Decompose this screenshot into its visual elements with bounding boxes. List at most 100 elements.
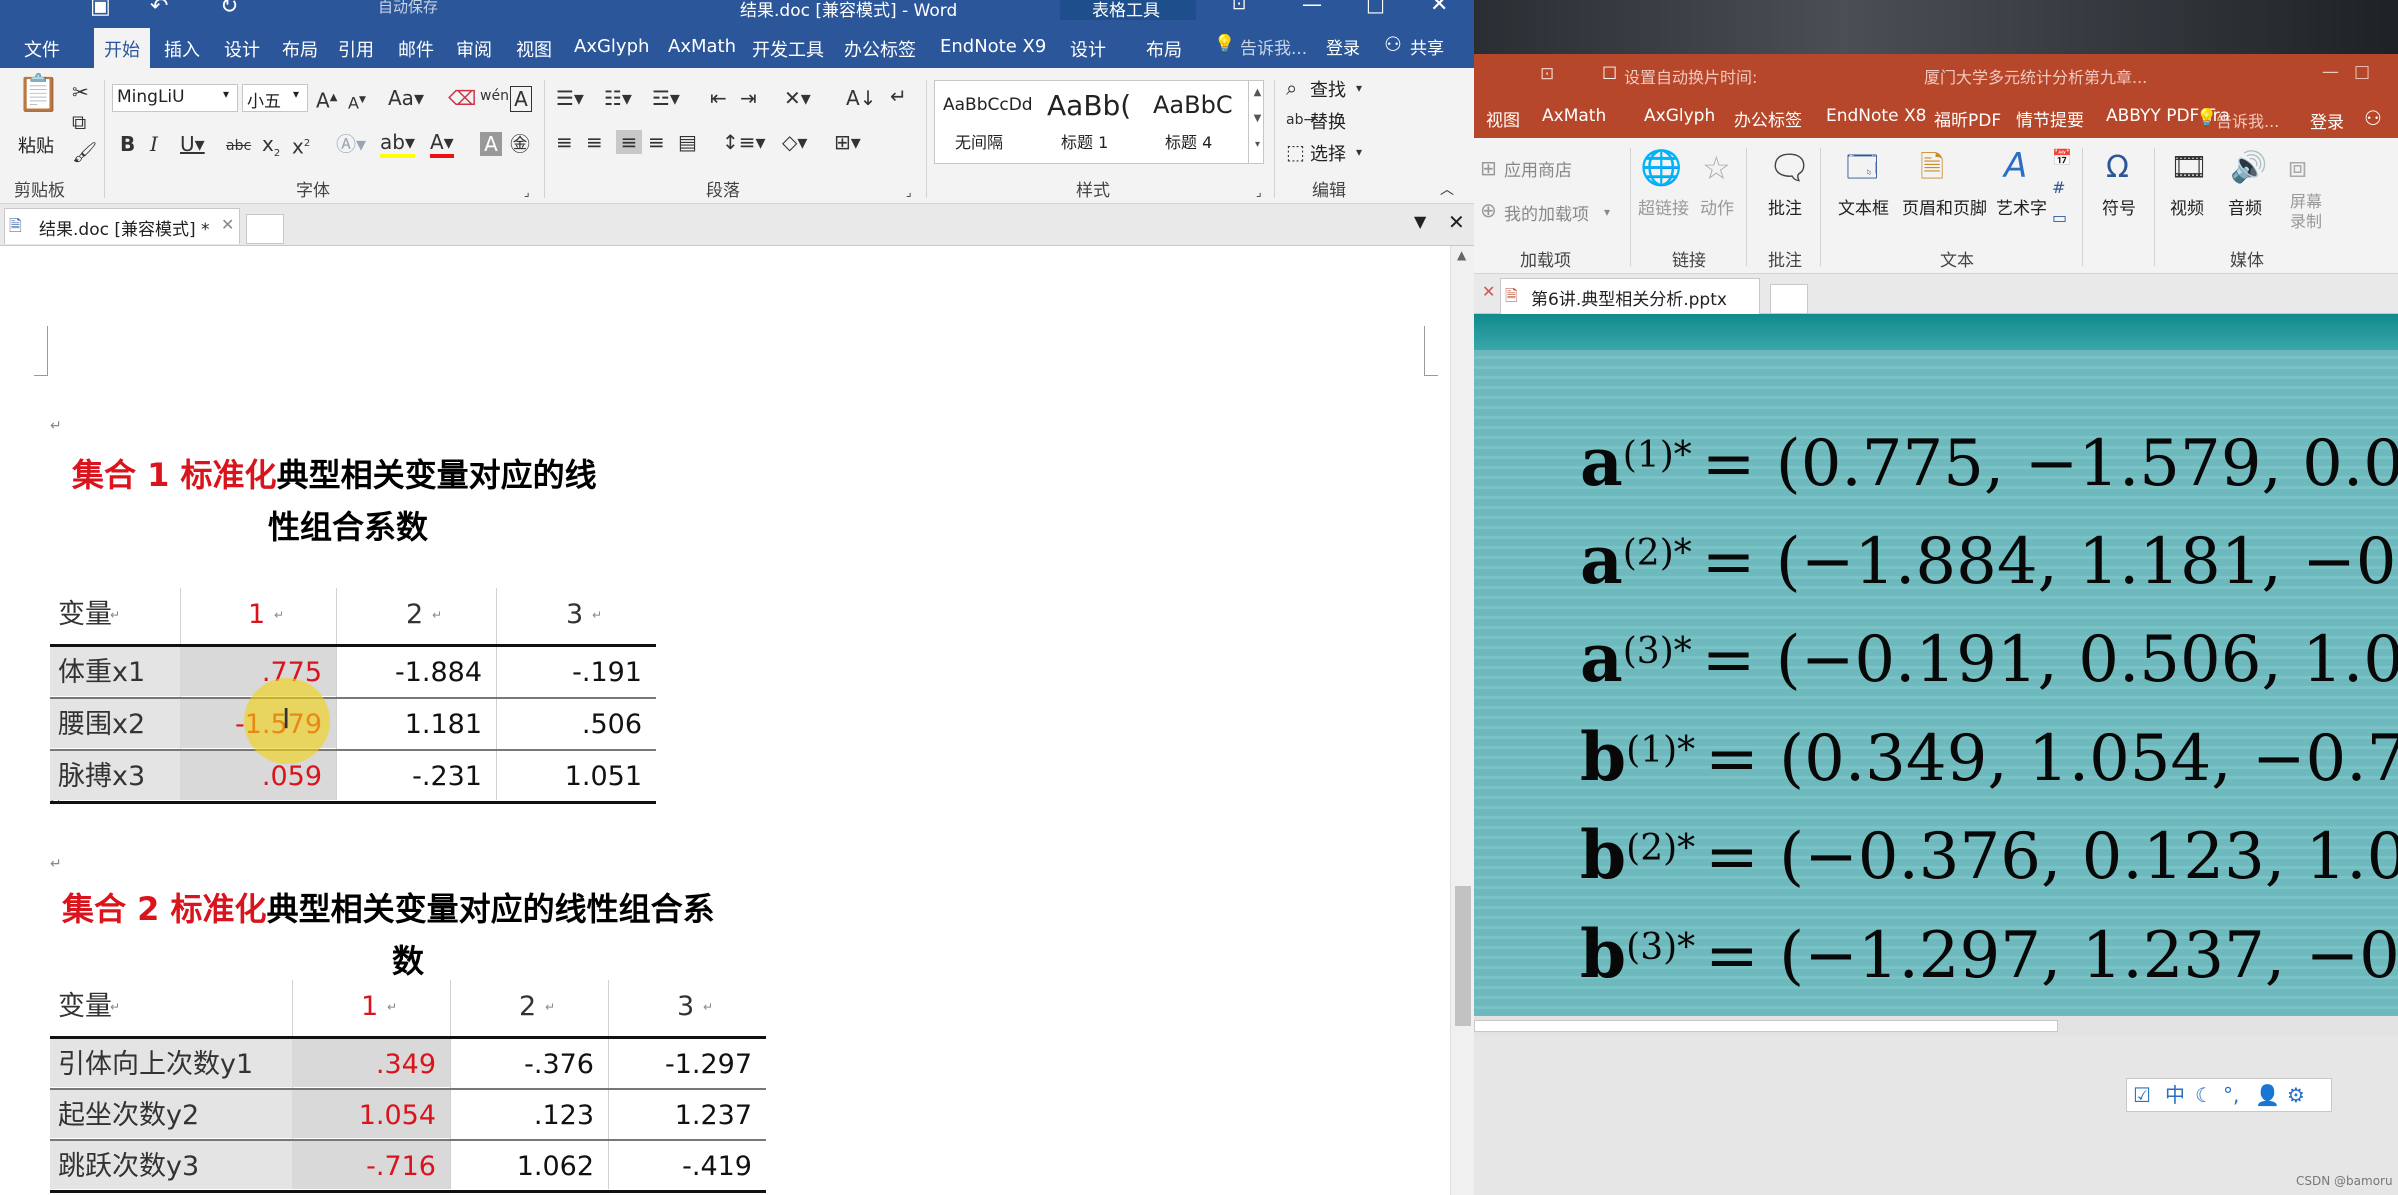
header-footer-button[interactable]: 页眉和页脚 <box>1902 194 1987 219</box>
bullets-icon[interactable]: ☰▾ <box>556 86 584 110</box>
ppt-share-icon[interactable]: ⚇ <box>2364 106 2382 130</box>
row-value-1[interactable]: .059 <box>180 760 322 794</box>
paste-button[interactable]: 📋 粘贴 <box>12 76 62 158</box>
word-menu-tab-10[interactable]: AxMath <box>658 28 746 68</box>
word-menu-tab-0[interactable]: 文件 <box>14 28 70 68</box>
symbol-button[interactable]: 符号 <box>2102 194 2136 219</box>
ppt-menu-tab-1[interactable]: AxMath <box>1542 106 1606 136</box>
screen-record-button[interactable]: 屏幕录制 <box>2290 192 2330 232</box>
style-heading-4[interactable]: AaBbC 标题 4 <box>1147 85 1247 159</box>
ppt-minimize-icon[interactable]: — <box>2322 62 2339 82</box>
superscript-icon[interactable]: x2 <box>292 132 310 159</box>
row-value-3[interactable]: 1.051 <box>496 760 642 794</box>
increase-indent-icon[interactable]: ⇥ <box>740 86 757 110</box>
ime-mode-label[interactable]: 中 <box>2165 1083 2185 1107</box>
ppt-login-link[interactable]: 登录 <box>2310 108 2344 133</box>
word-menu-tab-2[interactable]: 插入 <box>154 28 210 68</box>
my-addins-dropdown-icon[interactable]: ▾ <box>1604 200 1610 224</box>
row-value-3[interactable]: -1.297 <box>608 1048 752 1082</box>
row-value-3[interactable]: -.419 <box>608 1150 752 1184</box>
slide-number-icon[interactable]: # <box>2052 176 2065 200</box>
row-value-3[interactable]: .506 <box>496 708 642 742</box>
row-label[interactable]: 跳跃次数y3 <box>58 1150 199 1184</box>
distributed-icon[interactable]: ▤ <box>678 130 697 154</box>
action-button[interactable]: 动作 <box>1700 194 1734 219</box>
word-menu-tab-8[interactable]: 视图 <box>506 28 562 68</box>
ppt-tell-me[interactable]: 告诉我... <box>2216 108 2279 132</box>
app-store-button[interactable]: 应用商店 <box>1504 156 1572 181</box>
date-time-icon[interactable]: 📅 <box>2052 146 2072 170</box>
row-value-2[interactable]: -.231 <box>336 760 482 794</box>
ppt-horizontal-scrollbar[interactable] <box>1474 1016 2398 1036</box>
word-redo-icon[interactable]: ↻ <box>220 0 238 19</box>
word-menu-tab-12[interactable]: 办公标签 <box>834 28 926 68</box>
align-left-icon[interactable]: ≡ <box>556 130 573 154</box>
ppt-qat-checkbox-icon[interactable]: ☐ <box>1602 64 1617 84</box>
enclose-char-icon[interactable]: ㊎ <box>510 132 530 156</box>
row-label[interactable]: 腰围x2 <box>58 708 145 742</box>
ppt-scroll-thumb[interactable] <box>1474 1020 2058 1032</box>
ppt-menu-tab-2[interactable]: AxGlyph <box>1644 106 1715 136</box>
text-effects-icon[interactable]: Ⓐ▾ <box>336 132 366 156</box>
video-button[interactable]: 视频 <box>2170 194 2204 219</box>
shrink-font-icon[interactable]: A▼ <box>348 88 366 115</box>
word-tab-close-all-icon[interactable]: ✕ <box>1448 210 1465 234</box>
style-heading-1[interactable]: AaBb( 标题 1 <box>1043 85 1143 159</box>
object-icon[interactable]: ▭ <box>2052 206 2067 230</box>
ppt-menu-tab-3[interactable]: 办公标签 <box>1734 106 1802 136</box>
word-ribbon-display-icon[interactable]: ⊡ <box>1232 0 1246 14</box>
ime-logo-icon[interactable]: ☑ <box>2133 1083 2151 1107</box>
word-quick-save-icon[interactable]: ▣ <box>90 0 111 19</box>
scroll-thumb[interactable] <box>1455 886 1471 1026</box>
row-value-1[interactable]: -.716 <box>292 1150 436 1184</box>
font-name-select[interactable]: MingLiU ▾ <box>112 84 238 112</box>
align-right-icon[interactable]: ≡ <box>616 130 642 154</box>
wordart-button[interactable]: 艺术字 <box>1996 194 2047 219</box>
multilevel-list-icon[interactable]: ☲▾ <box>652 86 680 110</box>
row-value-3[interactable]: 1.237 <box>608 1099 752 1133</box>
ppt-qat-checkbox-label[interactable]: 设置自动换片时间: <box>1624 64 1757 88</box>
textbox-button[interactable]: 文本框 <box>1838 194 1889 219</box>
word-menu-tab-15[interactable]: 布局 <box>1136 28 1192 68</box>
font-dialog-launcher-icon[interactable]: ⌟ <box>524 180 530 204</box>
row-value-3[interactable]: -.191 <box>496 656 642 690</box>
ppt-doc-tab-close-icon[interactable]: ✕ <box>1482 282 1495 301</box>
grow-font-icon[interactable]: A▲ <box>316 86 337 113</box>
word-menu-tab-13[interactable]: EndNote X9 <box>930 28 1056 68</box>
word-menu-tab-9[interactable]: AxGlyph <box>564 28 659 68</box>
clear-format-icon[interactable]: ⌫ <box>448 86 476 110</box>
collapse-ribbon-icon[interactable]: ︿ <box>1440 178 1454 202</box>
numbering-icon[interactable]: ☷▾ <box>604 86 632 110</box>
word-menu-tab-11[interactable]: 开发工具 <box>742 28 834 68</box>
find-button[interactable]: 查找 <box>1310 76 1346 102</box>
word-doc-tab[interactable]: 🗎 结果.doc [兼容模式] * ✕ <box>4 208 240 244</box>
word-menu-tab-7[interactable]: 审阅 <box>446 28 502 68</box>
my-addins-button[interactable]: 我的加载项 <box>1504 200 1589 225</box>
find-dropdown-icon[interactable]: ▾ <box>1356 76 1362 100</box>
format-painter-icon[interactable]: 🖌 <box>72 140 97 164</box>
ppt-menu-tab-4[interactable]: EndNote X8 <box>1826 106 1926 136</box>
style-no-spacing[interactable]: AaBbCcDd 无间隔 <box>939 85 1039 159</box>
word-undo-icon[interactable]: ↶ <box>150 0 168 19</box>
copy-icon[interactable]: ⧉ <box>72 110 86 134</box>
row-label[interactable]: 引体向上次数y1 <box>58 1048 253 1082</box>
paragraph-dialog-launcher-icon[interactable]: ⌟ <box>906 180 912 204</box>
asian-layout-icon[interactable]: ✕▾ <box>784 86 811 110</box>
cut-icon[interactable]: ✂ <box>72 80 89 104</box>
italic-icon[interactable]: I <box>150 132 158 156</box>
ppt-menu-tab-5[interactable]: 福昕PDF <box>1934 106 2001 136</box>
sort-icon[interactable]: A↓ <box>846 86 876 110</box>
word-minimize-icon[interactable]: — <box>1302 0 1322 16</box>
font-size-select[interactable]: 小五 ▾ <box>242 84 308 112</box>
show-marks-icon[interactable]: ↵ <box>890 84 907 108</box>
ppt-menu-tab-6[interactable]: 情节提要 <box>2016 106 2084 136</box>
ppt-doc-tab[interactable]: 🗎 第6讲.典型相关分析.pptx <box>1500 278 1760 314</box>
line-spacing-icon[interactable]: ↕≡▾ <box>722 130 766 154</box>
word-menu-tab-5[interactable]: 引用 <box>328 28 384 68</box>
ime-moon-icon[interactable]: ☾ <box>2195 1083 2213 1107</box>
highlight-icon[interactable]: ab▾ <box>380 130 415 158</box>
word-menu-tab-6[interactable]: 邮件 <box>388 28 444 68</box>
row-value-2[interactable]: 1.181 <box>336 708 482 742</box>
row-label[interactable]: 体重x1 <box>58 656 145 690</box>
row-label[interactable]: 脉搏x3 <box>58 760 145 794</box>
